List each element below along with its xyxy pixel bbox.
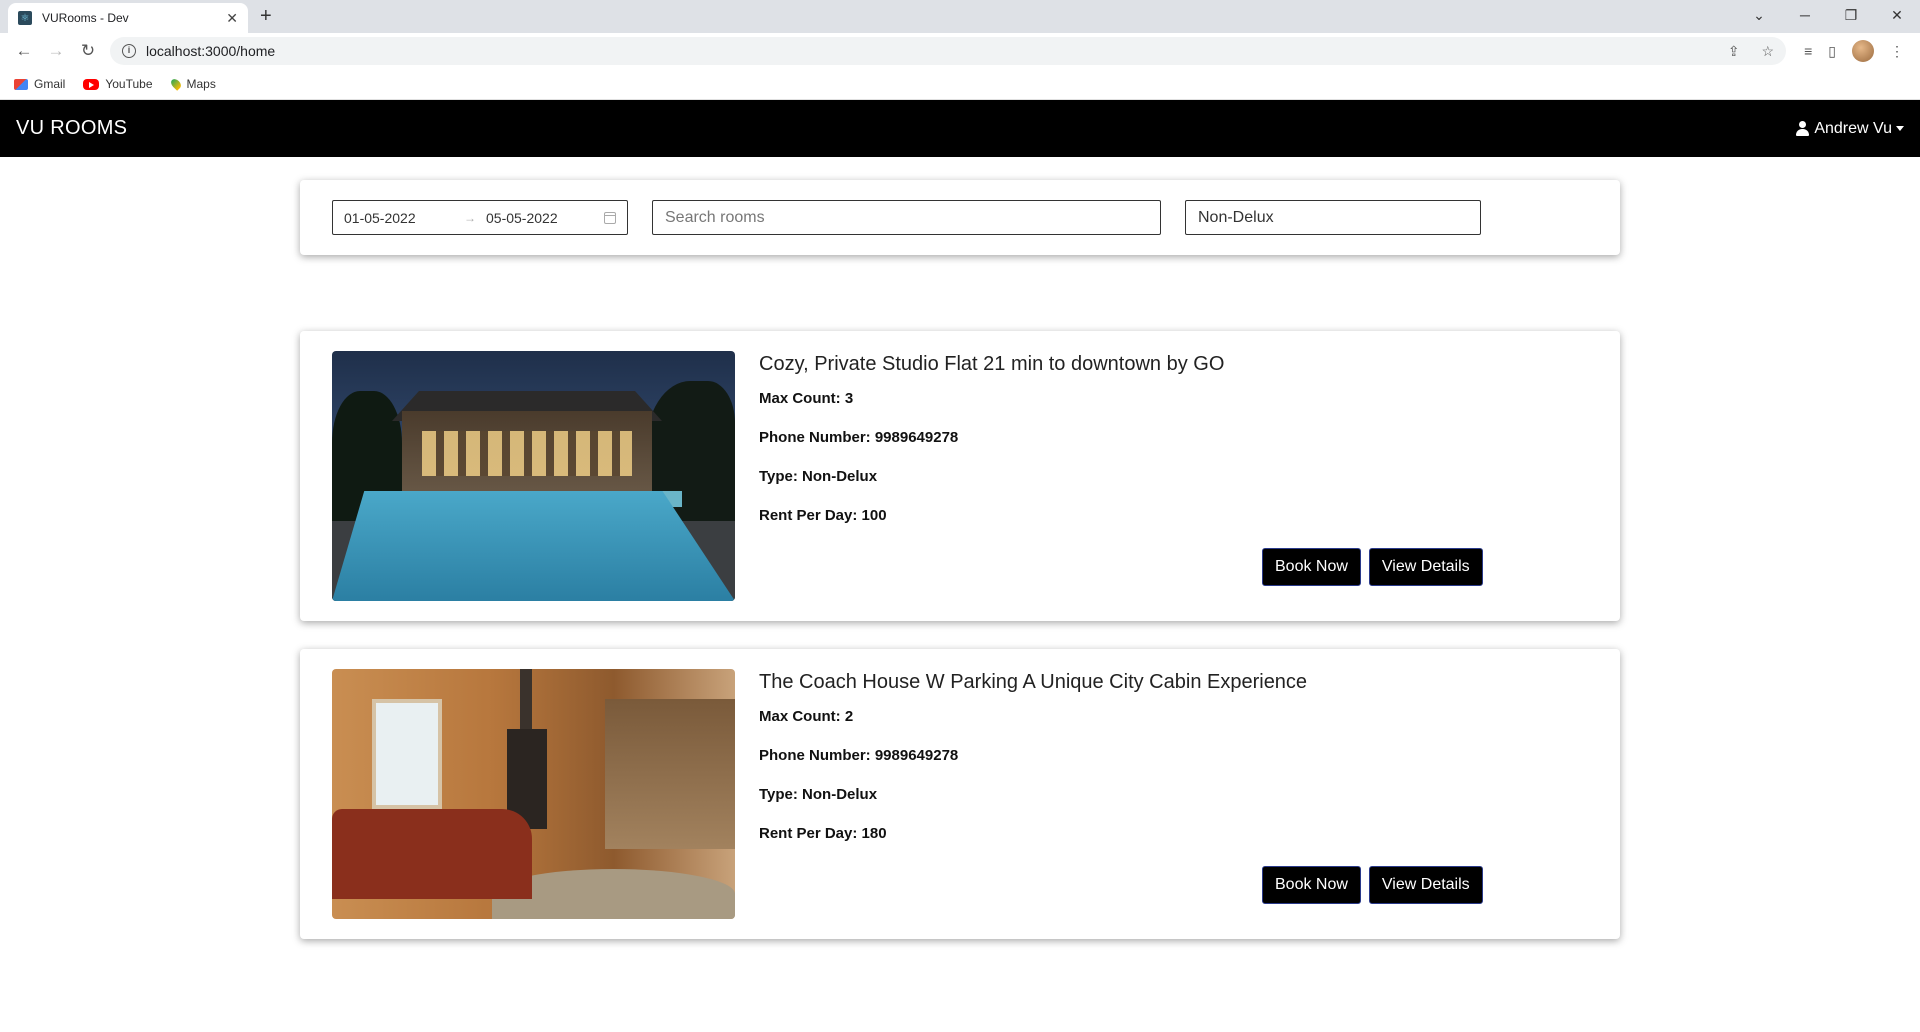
caret-down-icon [1896, 126, 1904, 131]
room-phone: Phone Number: 9989649278 [759, 429, 959, 446]
site-info-icon[interactable]: i [122, 44, 136, 58]
room-title: The Coach House W Parking A Unique City … [759, 671, 1308, 693]
book-now-button[interactable]: Book Now [1262, 548, 1361, 586]
book-now-button[interactable]: Book Now [1262, 866, 1361, 904]
bookmark-label: Maps [186, 77, 216, 91]
room-phone: Phone Number: 9989649278 [759, 747, 959, 764]
window-controls: ⌄ ─ ❐ ✕ [1736, 4, 1920, 26]
window-close-icon[interactable]: ✕ [1874, 4, 1920, 26]
room-image [332, 351, 735, 601]
react-favicon-icon: ⚛ [18, 11, 32, 25]
room-max-count: Max Count: 2 [759, 708, 854, 725]
start-date[interactable]: 01-05-2022 [344, 210, 464, 226]
user-name: Andrew Vu [1814, 119, 1892, 137]
bookmark-gmail[interactable]: Gmail [14, 77, 65, 91]
bookmark-label: Gmail [34, 77, 66, 91]
room-rent: Rent Per Day: 180 [759, 825, 887, 842]
date-range-picker[interactable]: 01-05-2022 → 05-05-2022 [332, 200, 628, 235]
bookmark-youtube[interactable]: YouTube [83, 77, 153, 91]
maps-icon [168, 77, 183, 91]
calendar-icon [604, 211, 616, 224]
room-image [332, 669, 735, 919]
profile-avatar[interactable] [1852, 40, 1874, 62]
bookmark-label: YouTube [105, 77, 153, 91]
back-icon[interactable]: ← [8, 41, 40, 61]
search-rooms-input[interactable] [652, 200, 1161, 235]
gmail-icon [14, 78, 28, 90]
user-icon [1796, 121, 1810, 136]
room-type-select[interactable]: Non-Delux [1185, 200, 1481, 235]
reading-list-icon[interactable]: ≡ [1804, 43, 1812, 59]
minimize-icon[interactable]: ─ [1782, 4, 1828, 26]
view-details-button[interactable]: View Details [1368, 548, 1483, 586]
room-max-count: Max Count: 3 [759, 390, 854, 407]
view-details-button[interactable]: View Details [1368, 866, 1483, 904]
new-tab-icon[interactable]: + [260, 5, 272, 28]
youtube-icon [83, 78, 100, 90]
date-separator-icon: → [464, 210, 476, 225]
browser-tab-strip: ⚛ VURooms - Dev ✕ + ⌄ ─ ❐ ✕ [0, 0, 1920, 33]
restore-icon[interactable]: ❐ [1828, 4, 1874, 26]
bookmarks-bar: Gmail YouTube Maps [0, 69, 1920, 100]
app-navbar: VU ROOMS Andrew Vu [0, 100, 1920, 157]
room-card: Cozy, Private Studio Flat 21 min to down… [300, 331, 1620, 621]
side-panel-icon[interactable]: ▯ [1828, 43, 1836, 60]
room-type: Type: Non-Delux [759, 468, 878, 485]
browser-menu-icon[interactable]: ⋮ [1890, 43, 1904, 60]
bookmark-maps[interactable]: Maps [168, 77, 216, 91]
url-bar[interactable]: i localhost:3000/home ⇪ ☆ [110, 37, 1787, 65]
bookmark-star-icon[interactable]: ☆ [1762, 43, 1775, 59]
tab-search-icon[interactable]: ⌄ [1736, 4, 1782, 26]
room-type: Type: Non-Delux [759, 786, 878, 803]
share-icon[interactable]: ⇪ [1728, 43, 1740, 59]
room-title: Cozy, Private Studio Flat 21 min to down… [759, 353, 1225, 375]
end-date[interactable]: 05-05-2022 [486, 210, 604, 226]
reload-icon[interactable]: ↻ [72, 41, 104, 61]
user-menu-toggle[interactable]: Andrew Vu [1796, 120, 1904, 138]
browser-tab[interactable]: ⚛ VURooms - Dev ✕ [8, 3, 248, 33]
forward-icon[interactable]: → [40, 41, 72, 61]
brand-logo[interactable]: VU ROOMS [16, 117, 127, 140]
room-rent: Rent Per Day: 100 [759, 507, 887, 524]
close-tab-icon[interactable]: ✕ [226, 10, 238, 27]
filter-card: 01-05-2022 → 05-05-2022 Non-Delux [300, 180, 1620, 255]
room-card: The Coach House W Parking A Unique City … [300, 649, 1620, 939]
url-text[interactable]: localhost:3000/home [146, 43, 1710, 59]
address-bar-row: ← → ↻ i localhost:3000/home ⇪ ☆ ≡ ▯ ⋮ [0, 33, 1920, 69]
tab-title: VURooms - Dev [42, 11, 129, 25]
